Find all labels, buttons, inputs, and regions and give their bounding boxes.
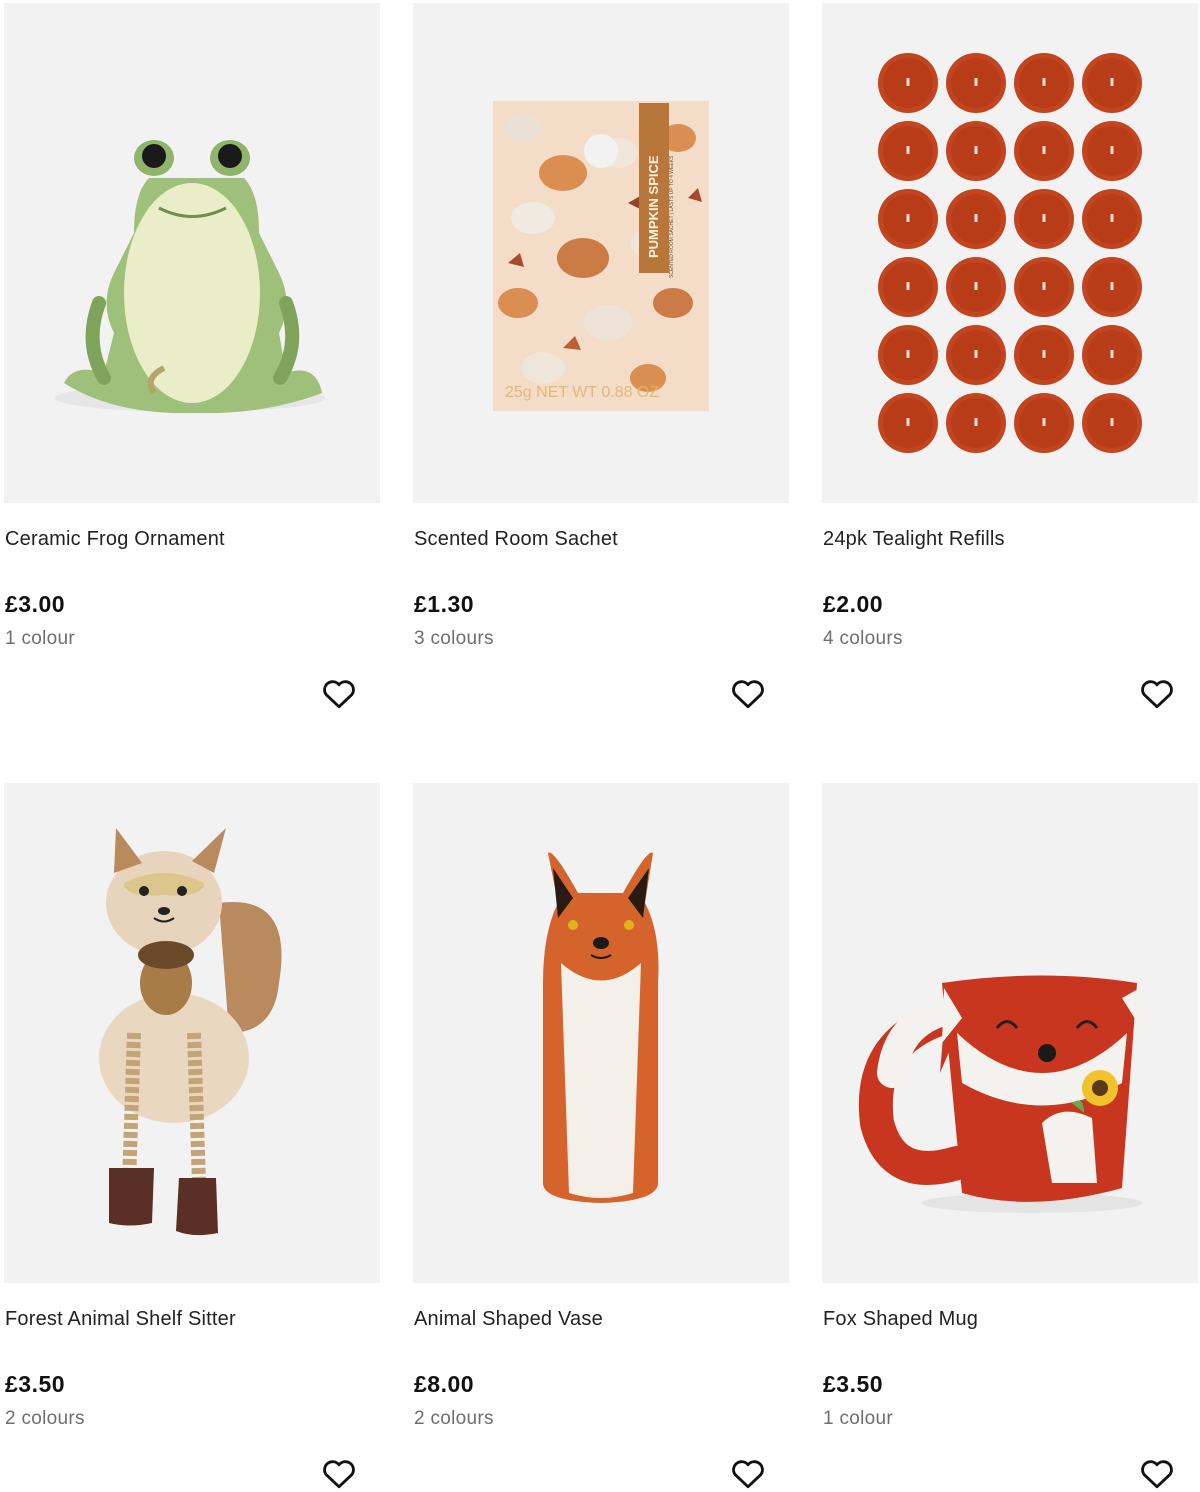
product-price: £2.00 — [823, 591, 884, 617]
product-price: £3.50 — [823, 1371, 884, 1397]
product-name[interactable]: Scented Room Sachet — [414, 528, 618, 551]
product-name[interactable]: Fox Shaped Mug — [823, 1308, 978, 1331]
fox-mug-illustration — [858, 975, 1150, 1213]
tealight — [946, 257, 1006, 317]
tealight — [1082, 393, 1142, 453]
product-card[interactable]: Forest Animal Shelf Sitter £3.50 2 colou… — [4, 783, 380, 1489]
tealight — [946, 189, 1006, 249]
product-price: £1.30 — [414, 591, 475, 617]
product-price: £8.00 — [414, 1371, 475, 1397]
product-colour-count: 2 colours — [5, 1408, 85, 1429]
heart-outline-icon — [732, 1460, 764, 1489]
tealight — [1082, 189, 1142, 249]
heart-outline-icon — [1141, 680, 1173, 709]
product-image-sachet[interactable]: PUMPKIN SPICE SCENTED ROOM SACHET | LAST… — [413, 3, 789, 503]
product-name[interactable]: Ceramic Frog Ornament — [5, 528, 225, 551]
tealight — [878, 53, 938, 113]
squirrel-sitter-illustration — [99, 828, 282, 1236]
sachet-subtitle-text: SCENTED ROOM SACHET | LASTS UP TO 4 WEEK… — [669, 155, 675, 278]
tealight — [946, 325, 1006, 385]
product-price: £3.00 — [5, 591, 66, 617]
heart-outline-icon — [323, 680, 355, 709]
product-card[interactable]: Ceramic Frog Ornament £3.00 1 colour — [4, 3, 380, 709]
product-image-tealights[interactable] — [822, 3, 1198, 503]
heart-outline-icon — [732, 680, 764, 709]
tealight — [1082, 121, 1142, 181]
product-image-squirrel[interactable] — [4, 783, 380, 1283]
tealight — [878, 121, 938, 181]
tealight — [1082, 53, 1142, 113]
tealight — [1082, 325, 1142, 385]
favourite-button[interactable] — [1138, 1455, 1176, 1492]
tealight — [1014, 189, 1074, 249]
favourite-button[interactable] — [1138, 675, 1176, 713]
tealight — [946, 53, 1006, 113]
sachet-weight-text: 25g NET WT 0.88 OZ — [505, 384, 659, 401]
product-image-frog[interactable] — [4, 3, 380, 503]
tealight — [1014, 325, 1074, 385]
tealight — [1014, 257, 1074, 317]
sachet-brand-text: PUMPKIN SPICE — [646, 155, 661, 258]
product-name[interactable]: Forest Animal Shelf Sitter — [5, 1308, 236, 1331]
heart-outline-icon — [323, 1460, 355, 1489]
product-colour-count: 1 colour — [823, 1408, 893, 1429]
product-colour-count: 2 colours — [414, 1408, 494, 1429]
product-card[interactable]: Animal Shaped Vase £8.00 2 colours — [413, 783, 789, 1489]
favourite-button[interactable] — [320, 1455, 358, 1492]
favourite-button[interactable] — [320, 675, 358, 713]
product-image-vase[interactable] — [413, 783, 789, 1283]
pumpkin-sachet-illustration: PUMPKIN SPICE SCENTED ROOM SACHET | LAST… — [493, 101, 709, 411]
product-card[interactable]: 24pk Tealight Refills £2.00 4 colours — [822, 3, 1198, 709]
tealight — [1014, 53, 1074, 113]
tealight — [1014, 393, 1074, 453]
frog-ornament-illustration — [55, 140, 325, 414]
favourite-button[interactable] — [729, 1455, 767, 1492]
product-colour-count: 4 colours — [823, 628, 903, 649]
tealight — [878, 257, 938, 317]
tealight — [878, 393, 938, 453]
tealight — [878, 189, 938, 249]
product-colour-count: 1 colour — [5, 628, 75, 649]
favourite-button[interactable] — [729, 675, 767, 713]
tealight — [1014, 121, 1074, 181]
product-name[interactable]: Animal Shaped Vase — [414, 1308, 603, 1331]
tealight — [946, 121, 1006, 181]
tealight — [1082, 257, 1142, 317]
product-image-mug[interactable] — [822, 783, 1198, 1283]
tealights-illustration — [878, 53, 1142, 453]
tealight — [878, 325, 938, 385]
product-price: £3.50 — [5, 1371, 66, 1397]
heart-outline-icon — [1141, 1460, 1173, 1489]
product-name[interactable]: 24pk Tealight Refills — [823, 528, 1005, 551]
tealight — [946, 393, 1006, 453]
fox-vase-illustration — [543, 852, 659, 1203]
product-card[interactable]: Fox Shaped Mug £3.50 1 colour — [822, 783, 1198, 1489]
product-colour-count: 3 colours — [414, 628, 494, 649]
product-card[interactable]: PUMPKIN SPICE SCENTED ROOM SACHET | LAST… — [413, 3, 789, 709]
